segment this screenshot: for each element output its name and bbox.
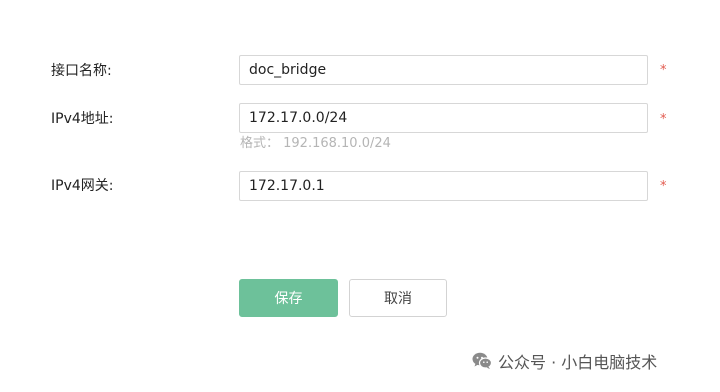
required-mark: * — [660, 63, 667, 78]
cancel-button[interactable]: 取消 — [349, 279, 447, 317]
required-mark: * — [660, 179, 667, 194]
ipv4-address-input[interactable] — [239, 103, 648, 133]
watermark: 公众号 · 小白电脑技术 — [472, 349, 657, 373]
interface-name-label: 接口名称: — [51, 63, 112, 79]
wechat-icon — [472, 352, 493, 370]
watermark-text: 公众号 · 小白电脑技术 — [498, 353, 658, 372]
interface-name-input[interactable] — [239, 55, 648, 85]
interface-settings-form: 接口名称: * IPv4地址: * 格式： 192.168.10.0/24 IP… — [0, 0, 720, 392]
ipv4-gateway-label: IPv4网关: — [51, 178, 114, 194]
ipv4-address-format-hint: 格式： 192.168.10.0/24 — [240, 136, 391, 151]
ipv4-gateway-input[interactable] — [239, 171, 648, 201]
ipv4-address-label: IPv4地址: — [51, 111, 114, 127]
required-mark: * — [660, 112, 667, 127]
save-button[interactable]: 保存 — [239, 279, 338, 317]
